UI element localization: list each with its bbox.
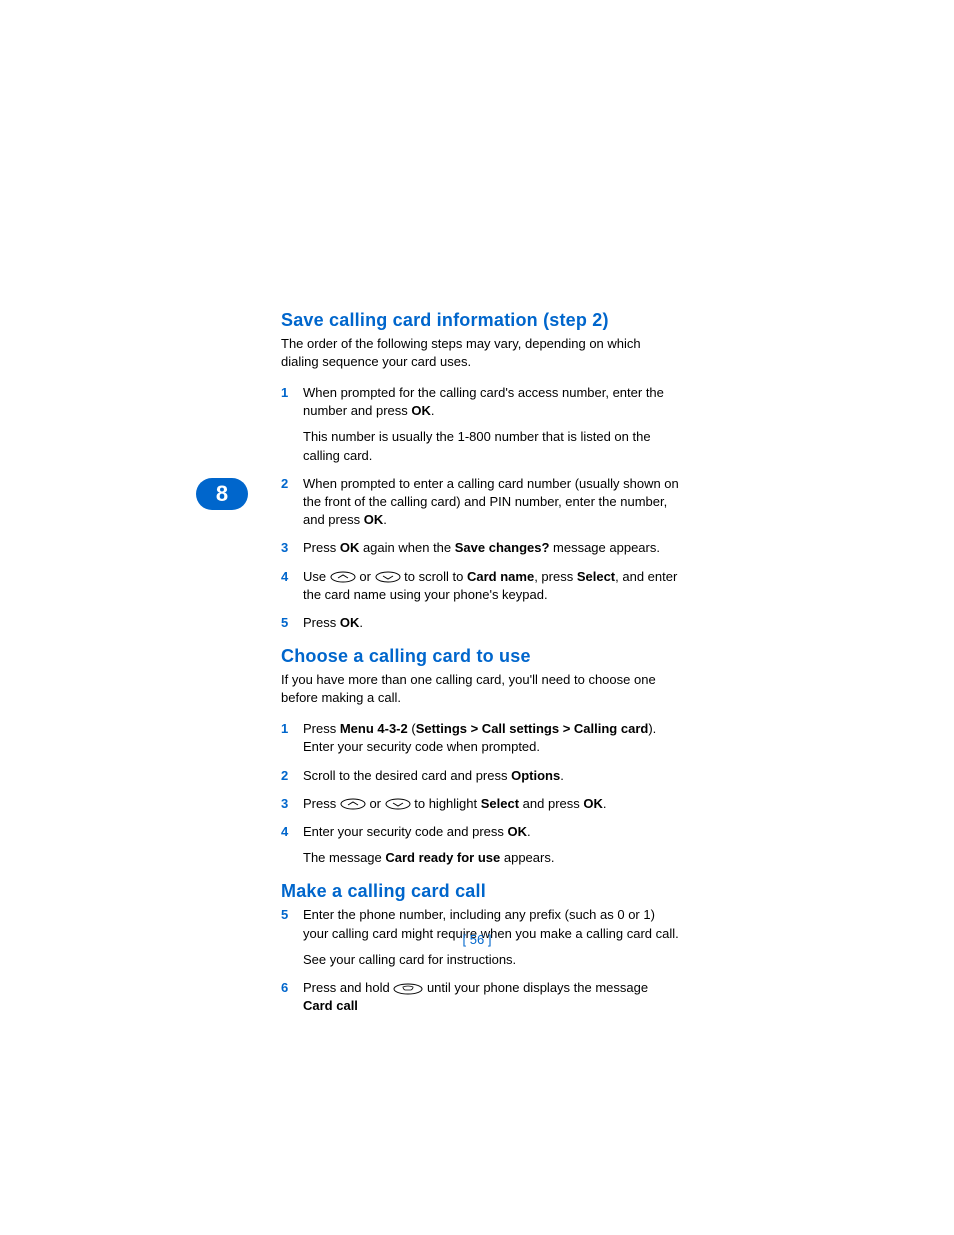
step-body: Use or to scroll to Card name, press Sel…: [303, 568, 681, 604]
list-item: 6 Press and hold until your phone displa…: [281, 979, 681, 1015]
page-content: Save calling card information (step 2) T…: [281, 310, 681, 1029]
step-body: Press Menu 4-3-2 (Settings > Call settin…: [303, 720, 681, 756]
section-heading: Save calling card information (step 2): [281, 310, 681, 331]
chapter-number: 8: [216, 481, 228, 507]
section-heading: Make a calling card call: [281, 881, 681, 902]
step-list: 1 When prompted for the calling card's a…: [281, 384, 681, 632]
step-number: 4: [281, 568, 303, 604]
step-number: 4: [281, 823, 303, 867]
talk-key-icon: [393, 983, 423, 995]
step-number: 1: [281, 384, 303, 465]
scroll-up-icon: [340, 798, 366, 810]
step-number: 1: [281, 720, 303, 756]
step-body: When prompted to enter a calling card nu…: [303, 475, 681, 530]
page-number: [ 56 ]: [0, 932, 954, 947]
step-number: 3: [281, 539, 303, 557]
list-item: 4 Use or to scroll to Card name, press S…: [281, 568, 681, 604]
document-page: 8 Save calling card information (step 2)…: [0, 0, 954, 1235]
step-body: Press OK again when the Save changes? me…: [303, 539, 681, 557]
section-heading: Choose a calling card to use: [281, 646, 681, 667]
section-intro: If you have more than one calling card, …: [281, 671, 681, 706]
step-list: 1 Press Menu 4-3-2 (Settings > Call sett…: [281, 720, 681, 867]
list-item: 2 Scroll to the desired card and press O…: [281, 767, 681, 785]
step-number: 3: [281, 795, 303, 813]
step-body: Press OK.: [303, 614, 681, 632]
step-list: 5 Enter the phone number, including any …: [281, 906, 681, 1015]
step-number: 5: [281, 614, 303, 632]
scroll-down-icon: [375, 571, 401, 583]
list-item: 1 Press Menu 4-3-2 (Settings > Call sett…: [281, 720, 681, 756]
scroll-down-icon: [385, 798, 411, 810]
step-body: When prompted for the calling card's acc…: [303, 384, 681, 465]
scroll-up-icon: [330, 571, 356, 583]
section-intro: The order of the following steps may var…: [281, 335, 681, 370]
list-item: 3 Press or to highlight Select and press…: [281, 795, 681, 813]
list-item: 1 When prompted for the calling card's a…: [281, 384, 681, 465]
chapter-tab: 8: [196, 478, 248, 510]
list-item: 4 Enter your security code and press OK.…: [281, 823, 681, 867]
step-body: Scroll to the desired card and press Opt…: [303, 767, 681, 785]
step-number: 6: [281, 979, 303, 1015]
step-body: Press or to highlight Select and press O…: [303, 795, 681, 813]
step-number: 2: [281, 767, 303, 785]
step-body: Enter your security code and press OK. T…: [303, 823, 681, 867]
list-item: 2 When prompted to enter a calling card …: [281, 475, 681, 530]
step-body: Press and hold until your phone displays…: [303, 979, 681, 1015]
step-number: 2: [281, 475, 303, 530]
list-item: 5 Press OK.: [281, 614, 681, 632]
list-item: 3 Press OK again when the Save changes? …: [281, 539, 681, 557]
